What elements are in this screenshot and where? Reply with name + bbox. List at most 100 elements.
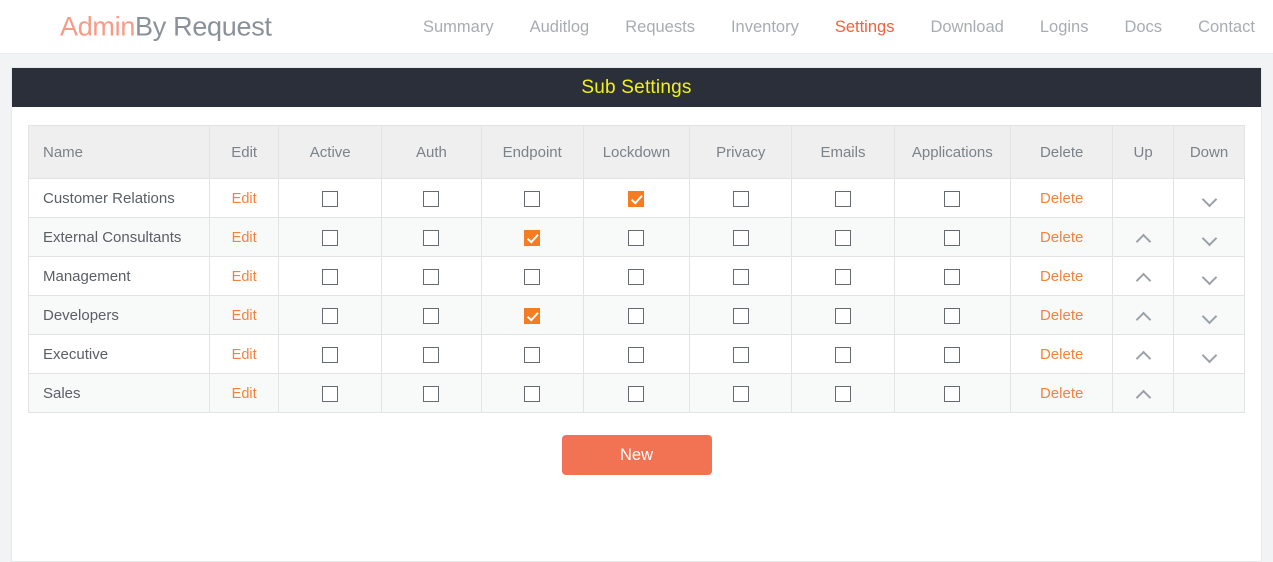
checkbox-applications[interactable] xyxy=(944,269,960,285)
card-title-bar: Sub Settings xyxy=(12,68,1261,107)
column-header-name: Name xyxy=(29,126,210,179)
checkbox-privacy[interactable] xyxy=(733,230,749,246)
cell-move-up xyxy=(1113,179,1174,218)
checkbox-auth[interactable] xyxy=(423,269,439,285)
checkbox-privacy[interactable] xyxy=(733,308,749,324)
checkbox-emails[interactable] xyxy=(835,347,851,363)
checkbox-privacy[interactable] xyxy=(733,347,749,363)
brand-logo[interactable]: AdminBy Request xyxy=(60,11,272,42)
chevron-up-icon[interactable] xyxy=(1137,270,1150,283)
checkbox-endpoint[interactable] xyxy=(524,269,540,285)
checkbox-auth[interactable] xyxy=(423,230,439,246)
cell-auth xyxy=(382,257,481,296)
checkbox-endpoint[interactable] xyxy=(524,347,540,363)
checkbox-applications[interactable] xyxy=(944,191,960,207)
cell-privacy xyxy=(690,296,792,335)
cell-edit: Edit xyxy=(210,257,279,296)
checkbox-endpoint[interactable] xyxy=(524,386,540,402)
checkbox-auth[interactable] xyxy=(423,347,439,363)
nav-link-auditlog[interactable]: Auditlog xyxy=(512,18,608,35)
nav-link-logins[interactable]: Logins xyxy=(1022,18,1107,35)
new-button[interactable]: New xyxy=(562,435,712,475)
chevron-up-icon[interactable] xyxy=(1137,309,1150,322)
cell-edit: Edit xyxy=(210,374,279,413)
checkbox-privacy[interactable] xyxy=(733,191,749,207)
delete-link[interactable]: Delete xyxy=(1040,190,1083,207)
nav-link-inventory[interactable]: Inventory xyxy=(713,18,817,35)
nav-link-download[interactable]: Download xyxy=(912,18,1021,35)
checkbox-privacy[interactable] xyxy=(733,269,749,285)
cell-name: External Consultants xyxy=(29,218,210,257)
checkbox-active[interactable] xyxy=(322,308,338,324)
delete-link[interactable]: Delete xyxy=(1040,229,1083,246)
cell-lockdown xyxy=(583,374,689,413)
nav-link-docs[interactable]: Docs xyxy=(1106,18,1180,35)
checkbox-lockdown[interactable] xyxy=(628,230,644,246)
chevron-up-icon[interactable] xyxy=(1137,387,1150,400)
checkbox-auth[interactable] xyxy=(423,386,439,402)
checkbox-active[interactable] xyxy=(322,386,338,402)
checkbox-endpoint[interactable] xyxy=(524,191,540,207)
cell-endpoint xyxy=(481,218,583,257)
checkbox-active[interactable] xyxy=(322,269,338,285)
checkbox-endpoint[interactable] xyxy=(524,230,540,246)
chevron-down-icon[interactable] xyxy=(1203,348,1216,361)
cell-active xyxy=(279,218,382,257)
checkbox-auth[interactable] xyxy=(423,308,439,324)
checkbox-lockdown[interactable] xyxy=(628,308,644,324)
nav-link-summary[interactable]: Summary xyxy=(405,18,512,35)
edit-link[interactable]: Edit xyxy=(232,308,257,324)
chevron-down-icon[interactable] xyxy=(1203,309,1216,322)
cell-active xyxy=(279,179,382,218)
checkbox-applications[interactable] xyxy=(944,230,960,246)
column-header-up: Up xyxy=(1113,126,1174,179)
chevron-down-icon[interactable] xyxy=(1203,270,1216,283)
checkbox-lockdown[interactable] xyxy=(628,269,644,285)
checkbox-active[interactable] xyxy=(322,191,338,207)
chevron-up-icon[interactable] xyxy=(1137,231,1150,244)
delete-link[interactable]: Delete xyxy=(1040,268,1083,285)
cell-name: Developers xyxy=(29,296,210,335)
edit-link[interactable]: Edit xyxy=(232,191,257,207)
checkbox-lockdown[interactable] xyxy=(628,386,644,402)
checkbox-applications[interactable] xyxy=(944,386,960,402)
cell-lockdown xyxy=(583,179,689,218)
delete-link[interactable]: Delete xyxy=(1040,346,1083,363)
cell-active xyxy=(279,374,382,413)
column-header-delete: Delete xyxy=(1011,126,1113,179)
cell-move-up xyxy=(1113,218,1174,257)
edit-link[interactable]: Edit xyxy=(232,230,257,246)
checkbox-emails[interactable] xyxy=(835,308,851,324)
cell-applications xyxy=(894,257,1010,296)
delete-link[interactable]: Delete xyxy=(1040,307,1083,324)
top-navbar: AdminBy Request SummaryAuditlogRequestsI… xyxy=(0,0,1273,54)
sub-settings-card: Sub Settings Name Edit Active Auth Endpo… xyxy=(11,67,1262,562)
checkbox-emails[interactable] xyxy=(835,269,851,285)
edit-link[interactable]: Edit xyxy=(232,347,257,363)
checkbox-auth[interactable] xyxy=(423,191,439,207)
checkbox-applications[interactable] xyxy=(944,308,960,324)
nav-link-settings[interactable]: Settings xyxy=(817,18,913,35)
nav-link-requests[interactable]: Requests xyxy=(607,18,713,35)
checkbox-active[interactable] xyxy=(322,230,338,246)
chevron-up-icon[interactable] xyxy=(1137,348,1150,361)
cell-delete: Delete xyxy=(1011,179,1113,218)
checkbox-privacy[interactable] xyxy=(733,386,749,402)
chevron-down-icon[interactable] xyxy=(1203,192,1216,205)
cell-lockdown xyxy=(583,296,689,335)
checkbox-active[interactable] xyxy=(322,347,338,363)
checkbox-lockdown[interactable] xyxy=(628,191,644,207)
delete-link[interactable]: Delete xyxy=(1040,385,1083,402)
edit-link[interactable]: Edit xyxy=(232,269,257,285)
nav-link-contact[interactable]: Contact xyxy=(1180,18,1273,35)
chevron-down-icon[interactable] xyxy=(1203,231,1216,244)
checkbox-applications[interactable] xyxy=(944,347,960,363)
edit-link[interactable]: Edit xyxy=(232,386,257,402)
checkbox-emails[interactable] xyxy=(835,191,851,207)
checkbox-emails[interactable] xyxy=(835,230,851,246)
cell-delete: Delete xyxy=(1011,218,1113,257)
checkbox-lockdown[interactable] xyxy=(628,347,644,363)
checkbox-endpoint[interactable] xyxy=(524,308,540,324)
checkbox-emails[interactable] xyxy=(835,386,851,402)
cell-auth xyxy=(382,335,481,374)
